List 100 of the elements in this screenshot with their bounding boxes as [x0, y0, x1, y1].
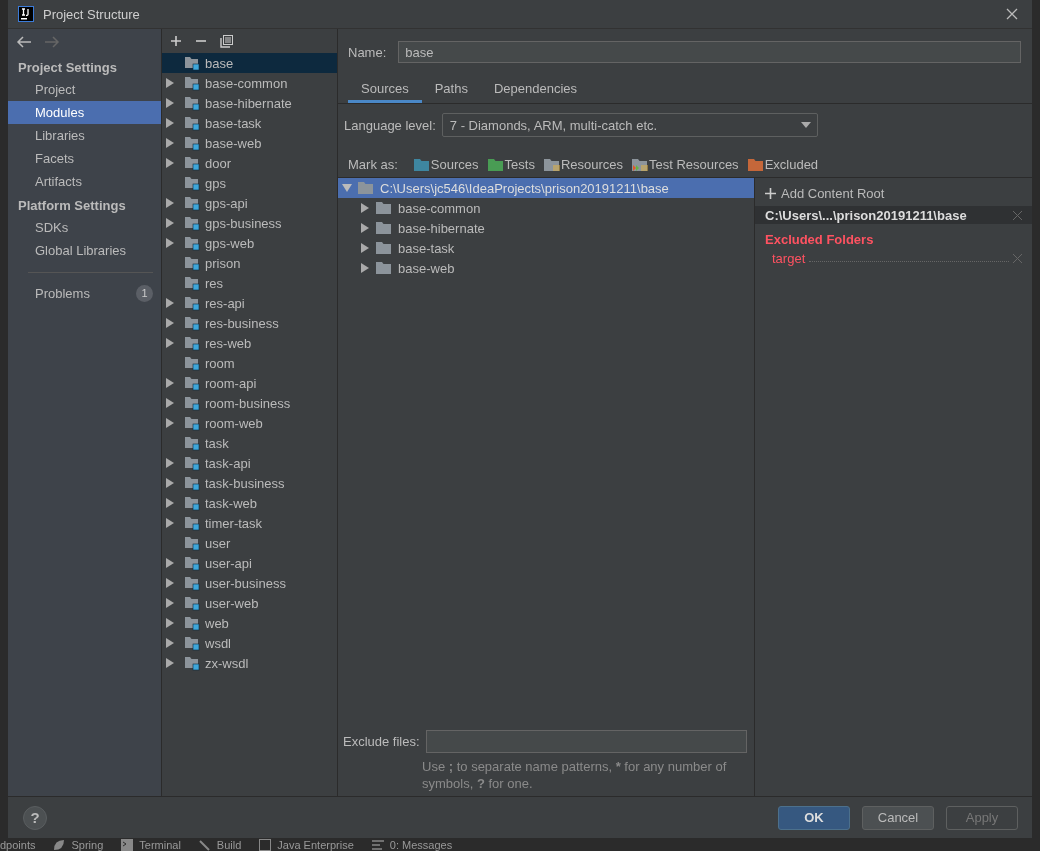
mark-as-button[interactable]: Resources [543, 157, 624, 172]
folder-row[interactable]: base-task [338, 238, 754, 258]
module-folder-icon [184, 655, 200, 671]
module-item[interactable]: user-api [162, 553, 337, 573]
module-item[interactable]: gps-api [162, 193, 337, 213]
back-arrow-icon[interactable] [16, 36, 32, 48]
module-item[interactable]: task [162, 433, 337, 453]
module-item[interactable]: web [162, 613, 337, 633]
mark-as-button[interactable]: Excluded [747, 157, 819, 172]
hint-text: Use ; to separate name patterns, * for any number of symbols, ? for one. [421, 758, 728, 793]
copy-icon[interactable] [220, 34, 233, 48]
module-item[interactable]: wsdl [162, 633, 337, 653]
nav-item[interactable]: Facets [8, 147, 161, 170]
module-item[interactable]: door [162, 153, 337, 173]
tab[interactable]: Paths [421, 79, 481, 103]
content-root-row[interactable]: C:\Users\jc546\IdeaProjects\prison20191211\base [338, 178, 754, 198]
dialog-button[interactable]: Cancel [862, 805, 934, 830]
module-item[interactable]: prison [162, 253, 337, 273]
nav-item[interactable]: SDKs [8, 216, 161, 239]
module-item[interactable]: task-business [162, 473, 337, 493]
module-item[interactable]: gps [162, 173, 337, 193]
module-item[interactable]: base-hibernate [162, 93, 337, 113]
module-item[interactable]: res-api [162, 293, 337, 313]
folder-row[interactable]: base-hibernate [338, 218, 754, 238]
exclude-files-field[interactable] [425, 730, 747, 753]
add-content-root-button[interactable]: Add Content Root [755, 178, 1032, 202]
module-folder-icon [184, 335, 200, 351]
nav-item[interactable]: Global Libraries [8, 239, 161, 262]
module-folder-icon [184, 415, 200, 431]
module-folder-icon [184, 75, 200, 91]
module-item[interactable]: res [162, 273, 337, 293]
module-folder-icon [184, 175, 200, 191]
lines-icon [371, 838, 384, 851]
mark-as-button[interactable]: Test Resources [632, 157, 739, 172]
module-folder-icon [184, 615, 200, 631]
module-folder-icon [184, 515, 200, 531]
hammer-icon [198, 838, 211, 851]
module-folder-icon [184, 55, 200, 71]
tool-window-button[interactable]: Terminal [121, 838, 181, 851]
tool-window-button[interactable]: Build [198, 838, 242, 851]
nav-item[interactable]: Artifacts [8, 170, 161, 193]
module-item[interactable]: room-web [162, 413, 337, 433]
module-folder-icon [184, 95, 200, 111]
tool-window-button[interactable]: 0: Messages [371, 838, 453, 851]
folder-icon [376, 221, 392, 235]
name-field[interactable]: base [398, 41, 1021, 63]
add-icon[interactable] [170, 35, 182, 47]
module-folder-icon [184, 155, 200, 171]
mark-as-button[interactable]: Tests [487, 157, 535, 172]
nav-item[interactable]: Problems [35, 285, 90, 301]
module-item[interactable]: base [162, 53, 337, 73]
language-level-label: Language level: [344, 117, 436, 133]
module-item[interactable]: room-business [162, 393, 337, 413]
folder-icon [487, 157, 504, 172]
module-folder-icon [184, 235, 200, 251]
module-folder-icon [184, 635, 200, 651]
close-icon[interactable] [1006, 8, 1018, 20]
module-item[interactable]: task-web [162, 493, 337, 513]
module-item[interactable]: user-business [162, 573, 337, 593]
module-item[interactable]: zx-wsdl [162, 653, 337, 673]
module-folder-icon [184, 535, 200, 551]
folder-icon [376, 241, 392, 255]
module-item[interactable]: base-common [162, 73, 337, 93]
module-folder-icon [184, 475, 200, 491]
nav-item[interactable]: Libraries [8, 124, 161, 147]
module-item[interactable]: task-api [162, 453, 337, 473]
section-heading: Platform Settings [17, 197, 127, 215]
module-item[interactable]: gps-business [162, 213, 337, 233]
folder-row[interactable]: base-web [338, 258, 754, 278]
name-label: Name: [348, 44, 387, 60]
module-item[interactable]: room [162, 353, 337, 373]
module-item[interactable]: res-web [162, 333, 337, 353]
nav-item[interactable]: Modules [8, 101, 161, 124]
tab[interactable]: Dependencies [480, 79, 591, 103]
module-item[interactable]: gps-web [162, 233, 337, 253]
module-item[interactable]: user-web [162, 593, 337, 613]
folder-icon [376, 201, 392, 215]
module-item[interactable]: timer-task [162, 513, 337, 533]
folder-row[interactable]: base-common [338, 198, 754, 218]
tool-window-button[interactable]: Java Enterprise [259, 838, 354, 851]
module-item[interactable]: res-business [162, 313, 337, 333]
language-level-dropdown[interactable]: 7 - Diamonds, ARM, multi-catch etc. [441, 113, 818, 137]
dropdown-caret-icon [800, 122, 811, 128]
nav-item[interactable]: Project [8, 78, 161, 101]
help-button[interactable]: ? [23, 805, 47, 830]
tab[interactable]: Sources [348, 79, 422, 103]
folder-icon [747, 157, 764, 172]
resource-folder-icon [543, 157, 560, 172]
tool-window-button[interactable]: Spring [53, 838, 104, 851]
excluded-folder: target [772, 250, 806, 266]
module-folder-icon [184, 315, 200, 331]
excluded-folders-heading: Excluded Folders [764, 231, 875, 249]
module-item[interactable]: room-api [162, 373, 337, 393]
module-item[interactable]: base-web [162, 133, 337, 153]
mark-as-button[interactable]: Sources [413, 157, 479, 172]
module-item[interactable]: base-task [162, 113, 337, 133]
tool-window-button[interactable]: dpoints [0, 838, 36, 851]
module-item[interactable]: user [162, 533, 337, 553]
module-folder-icon [184, 255, 200, 271]
dialog-button[interactable]: OK [778, 805, 850, 830]
